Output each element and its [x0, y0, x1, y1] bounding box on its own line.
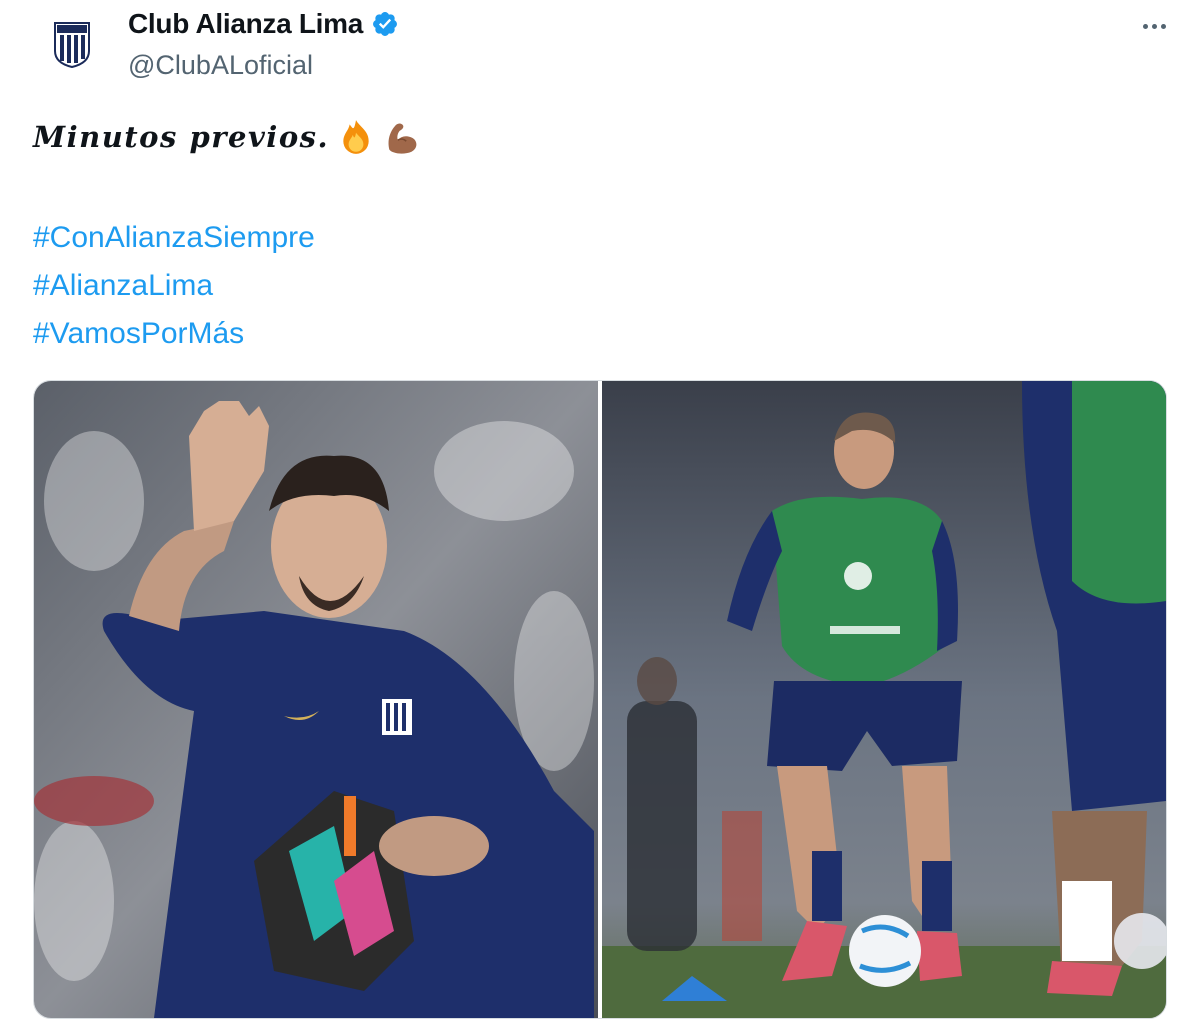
avatar[interactable]	[30, 10, 114, 80]
fire-emoji-icon	[343, 120, 369, 154]
more-options-button[interactable]	[1134, 12, 1174, 40]
goalkeeper-waving-photo	[34, 381, 598, 1018]
players-warming-up-photo	[602, 381, 1166, 1018]
author-name-row[interactable]: Club Alianza Lima	[128, 8, 399, 40]
media-photo-right[interactable]	[602, 381, 1166, 1018]
verified-badge-icon	[373, 12, 397, 36]
hashtag-link[interactable]: #VamosPorMás	[33, 310, 315, 358]
alianza-lima-crest-icon	[54, 22, 90, 69]
media-photo-left[interactable]	[34, 381, 598, 1018]
author-handle[interactable]: @ClubALoficial	[128, 50, 313, 81]
tweet-media	[33, 380, 1167, 1019]
hashtag-link[interactable]: #AlianzaLima	[33, 262, 315, 310]
author-display-name[interactable]: Club Alianza Lima	[128, 8, 363, 40]
hashtag-list: #ConAlianzaSiempre #AlianzaLima #VamosPo…	[33, 214, 315, 358]
tweet-text: Minutos previos.	[33, 118, 421, 156]
flexed-biceps-emoji-icon	[388, 123, 417, 154]
more-options-icon	[1142, 23, 1148, 29]
tweet-body: Minutos previos.	[33, 120, 330, 154]
hashtag-link[interactable]: #ConAlianzaSiempre	[33, 214, 315, 262]
